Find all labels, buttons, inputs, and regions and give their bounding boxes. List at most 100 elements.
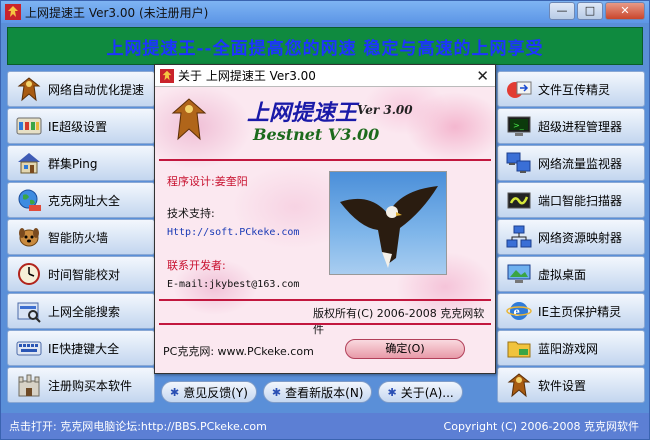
menu-button-file-transfer[interactable]: 文件互传精灵 xyxy=(497,71,645,107)
divider xyxy=(159,323,491,325)
eagle-icon xyxy=(14,75,44,103)
about-dialog: 关于 上网提速王 Ver3.00 ✕ 上网提速王 Ver 3.00 Bestne… xyxy=(154,64,496,374)
menu-button-site-directory[interactable]: 克克网址大全 xyxy=(7,182,155,218)
about-dialog-title: 关于 上网提速王 Ver3.00 xyxy=(178,69,316,83)
window-controls: — □ ✕ xyxy=(549,2,645,20)
network-map-icon xyxy=(504,223,534,251)
gear-icon: ✱ xyxy=(170,385,180,399)
designer-text: 程序设计:姜奎阳 xyxy=(167,175,248,188)
folder-icon xyxy=(504,334,534,362)
contact-label: 联系开发者: xyxy=(167,259,226,272)
menu-button-traffic-monitor[interactable]: 网络流量监视器 xyxy=(497,145,645,181)
maximize-button[interactable]: □ xyxy=(577,2,603,20)
close-button[interactable]: ✕ xyxy=(605,2,645,20)
transfer-icon xyxy=(504,75,534,103)
title-bar[interactable]: 上网提速王 Ver3.00 (未注册用户) — □ ✕ xyxy=(1,1,649,23)
support-url[interactable]: Http://soft.PCkeke.com xyxy=(167,227,299,238)
keyboard-icon xyxy=(14,334,44,362)
castle-icon xyxy=(14,371,44,399)
search-icon xyxy=(14,297,44,325)
menu-label: 上网全能搜索 xyxy=(48,304,121,319)
network-monitor-icon xyxy=(504,149,534,177)
menu-label: IE快捷键大全 xyxy=(48,341,120,356)
menu-button-process-manager[interactable]: >_ 超级进程管理器 xyxy=(497,108,645,144)
banner-text: 上网提速王--全面提高您的网速 稳定与高速的上网享受 xyxy=(106,38,544,59)
menu-label: 蓝阳游戏网 xyxy=(538,341,599,356)
menu-label: 注册购买本软件 xyxy=(48,378,133,393)
gear-icon: ✱ xyxy=(387,385,397,399)
support-label: 技术支持: xyxy=(167,207,215,220)
ok-button[interactable]: 确定(O) xyxy=(345,339,465,359)
menu-label: IE超级设置 xyxy=(48,119,108,134)
about-close-button[interactable]: ✕ xyxy=(476,67,489,85)
about-dialog-titlebar[interactable]: 关于 上网提速王 Ver3.00 ✕ xyxy=(155,65,495,87)
menu-label: 网络流量监视器 xyxy=(538,156,623,171)
menu-label: 虚拟桌面 xyxy=(538,267,587,282)
menu-label: IE主页保护精灵 xyxy=(538,304,622,319)
menu-label: 时间智能校对 xyxy=(48,267,121,282)
menu-label: 网络自动优化提速 xyxy=(48,82,145,97)
eagle-icon xyxy=(504,371,534,399)
status-copyright: Copyright (C) 2006-2008 克克网软件 xyxy=(443,420,639,433)
menu-button-virtual-desktop[interactable]: 虚拟桌面 xyxy=(497,256,645,292)
svg-text:>_: >_ xyxy=(513,121,525,130)
scanner-icon xyxy=(504,186,534,214)
menu-label: 文件互传精灵 xyxy=(538,82,611,97)
menu-button-software-settings[interactable]: 软件设置 xyxy=(497,367,645,403)
divider xyxy=(159,299,491,301)
menu-label: 超级进程管理器 xyxy=(538,119,623,134)
menu-label: 智能防火墙 xyxy=(48,230,109,245)
banner: 上网提速王--全面提高您的网速 稳定与高速的上网享受 xyxy=(7,27,643,65)
house-icon xyxy=(14,149,44,177)
email-text[interactable]: E-mail:jkybest@163.com xyxy=(167,279,299,290)
product-version: Ver 3.00 xyxy=(357,103,413,117)
bottom-toolbar: ✱ 意见反馈(Y) ✱ 查看新版本(N) ✱ 关于(A)... xyxy=(161,381,491,403)
left-menu: 网络自动优化提速 IE超级设置 群集Ping 克克网址大全 智能防火墙 时间智能… xyxy=(7,71,155,404)
menu-button-firewall[interactable]: 智能防火墙 xyxy=(7,219,155,255)
site-link[interactable]: PC克克网: www.PCkeke.com xyxy=(163,343,314,359)
globe-icon xyxy=(14,186,44,214)
product-name: 上网提速王 xyxy=(247,100,358,126)
menu-button-game-site[interactable]: 蓝阳游戏网 xyxy=(497,330,645,366)
divider xyxy=(159,159,491,161)
right-menu: 文件互传精灵 >_ 超级进程管理器 网络流量监视器 端口智能扫描器 网络资源映射… xyxy=(497,71,645,404)
menu-button-port-scanner[interactable]: 端口智能扫描器 xyxy=(497,182,645,218)
eagle-image-icon xyxy=(340,186,438,268)
dog-icon xyxy=(14,223,44,251)
menu-label: 网络资源映射器 xyxy=(538,230,623,245)
menu-button-homepage-protect[interactable]: e IE主页保护精灵 xyxy=(497,293,645,329)
check-update-button[interactable]: ✱ 查看新版本(N) xyxy=(262,381,373,403)
menu-button-ie-settings[interactable]: IE超级设置 xyxy=(7,108,155,144)
about-button[interactable]: ✱ 关于(A)... xyxy=(378,381,463,403)
menu-button-ie-shortcuts[interactable]: IE快捷键大全 xyxy=(7,330,155,366)
minimize-button[interactable]: — xyxy=(549,2,575,20)
menu-button-time-sync[interactable]: 时间智能校对 xyxy=(7,256,155,292)
gear-icon: ✱ xyxy=(271,385,282,399)
eagle-photo xyxy=(329,171,447,275)
menu-button-resource-mapper[interactable]: 网络资源映射器 xyxy=(497,219,645,255)
monitor-icon: >_ xyxy=(504,112,534,140)
menu-button-register[interactable]: 注册购买本软件 xyxy=(7,367,155,403)
check-update-label: 查看新版本(N) xyxy=(285,385,364,400)
app-eagle-icon xyxy=(160,68,174,83)
menu-label: 软件设置 xyxy=(538,378,587,393)
ie-toolbar-icon xyxy=(14,112,44,140)
menu-button-search[interactable]: 上网全能搜索 xyxy=(7,293,155,329)
status-bar: 点击打开: 克克网电脑论坛:http://BBS.PCkeke.com Copy… xyxy=(1,413,649,439)
feedback-button[interactable]: ✱ 意见反馈(Y) xyxy=(161,381,257,403)
about-dialog-body: 上网提速王 Ver 3.00 Bestnet V3.00 程序设计:姜奎阳 技术… xyxy=(155,87,495,373)
eagle-logo-icon xyxy=(171,98,207,141)
feedback-label: 意见反馈(Y) xyxy=(183,385,248,400)
menu-button-network-optimize[interactable]: 网络自动优化提速 xyxy=(7,71,155,107)
menu-label: 克克网址大全 xyxy=(48,193,121,208)
menu-button-cluster-ping[interactable]: 群集Ping xyxy=(7,145,155,181)
product-bestnet: Bestnet V3.00 xyxy=(253,125,380,144)
menu-label: 端口智能扫描器 xyxy=(538,193,623,208)
menu-label: 群集Ping xyxy=(48,156,98,171)
about-label: 关于(A)... xyxy=(400,385,454,400)
forum-link[interactable]: 点击打开: 克克网电脑论坛:http://BBS.PCkeke.com xyxy=(9,418,267,434)
app-eagle-icon xyxy=(5,4,21,20)
about-copyright: 版权所有(C) 2006-2008 克克网软件 xyxy=(313,307,485,336)
clock-icon xyxy=(14,260,44,288)
window-title: 上网提速王 Ver3.00 (未注册用户) xyxy=(25,5,209,20)
